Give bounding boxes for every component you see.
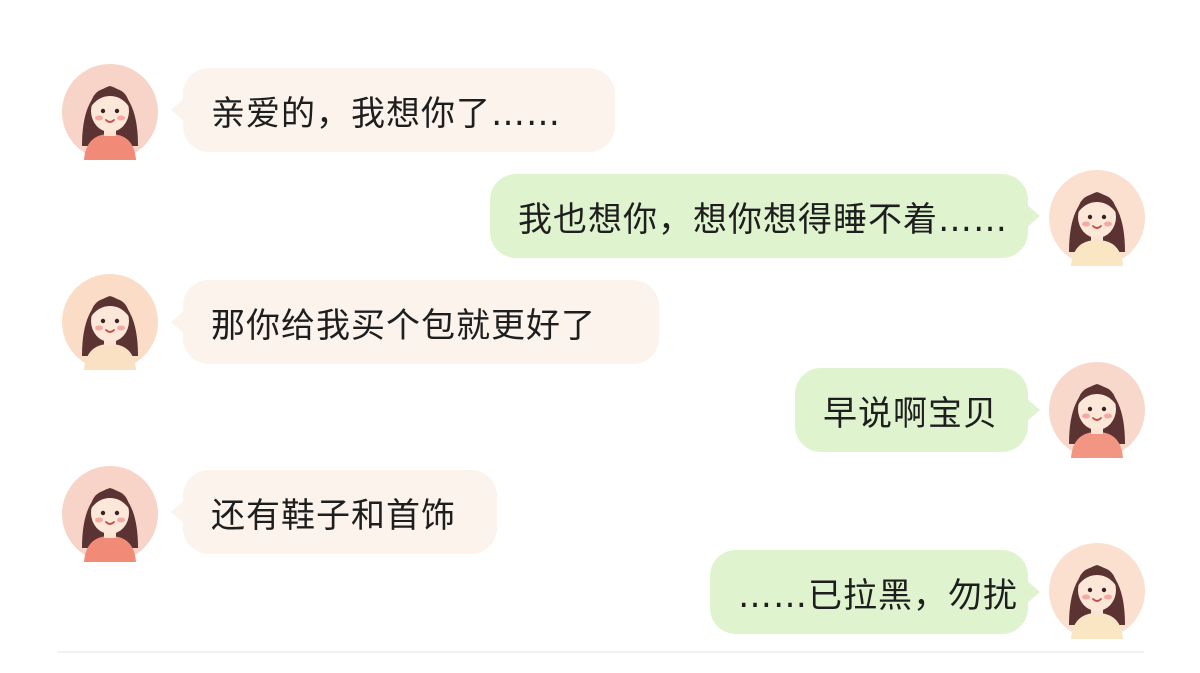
divider (58, 651, 1144, 653)
girl-avatar-icon (62, 274, 158, 370)
bubble-tail (1026, 204, 1040, 228)
girl-avatar-icon (1049, 362, 1145, 458)
girl-avatar-icon (62, 466, 158, 562)
bubble-tail (1026, 580, 1040, 604)
girl-avatar-icon (1049, 543, 1145, 639)
girl-avatar-icon (1049, 170, 1145, 266)
girl-avatar-icon (62, 64, 158, 160)
avatar[interactable] (1049, 362, 1145, 458)
message-text: 那你给我买个包就更好了 (211, 305, 596, 346)
chat-bubble-incoming[interactable]: 那你给我买个包就更好了 (171, 280, 659, 364)
chat-bubble-outgoing[interactable]: ……已拉黑，勿扰 (710, 550, 1040, 634)
message-text: 还有鞋子和首饰 (211, 495, 456, 536)
avatar[interactable] (62, 274, 158, 370)
chat-conversation: 亲爱的，我想你了…… 我也想你，想你想得睡不着…… 那你给我买个包就更好了 早说… (0, 0, 1200, 673)
bubble-tail (171, 500, 185, 524)
bubble-tail (1026, 398, 1040, 422)
avatar[interactable] (62, 466, 158, 562)
avatar[interactable] (62, 64, 158, 160)
chat-bubble-incoming[interactable]: 亲爱的，我想你了…… (171, 68, 615, 152)
bubble-tail (171, 310, 185, 334)
avatar[interactable] (1049, 543, 1145, 639)
chat-bubble-outgoing[interactable]: 我也想你，想你想得睡不着…… (490, 174, 1040, 258)
chat-bubble-outgoing[interactable]: 早说啊宝贝 (795, 368, 1040, 452)
message-text: 早说啊宝贝 (823, 393, 998, 434)
message-text: ……已拉黑，勿扰 (738, 575, 1018, 616)
chat-bubble-incoming[interactable]: 还有鞋子和首饰 (171, 470, 497, 554)
message-text: 我也想你，想你想得睡不着…… (518, 199, 1008, 240)
avatar[interactable] (1049, 170, 1145, 266)
bubble-tail (171, 98, 185, 122)
message-text: 亲爱的，我想你了…… (211, 93, 561, 134)
